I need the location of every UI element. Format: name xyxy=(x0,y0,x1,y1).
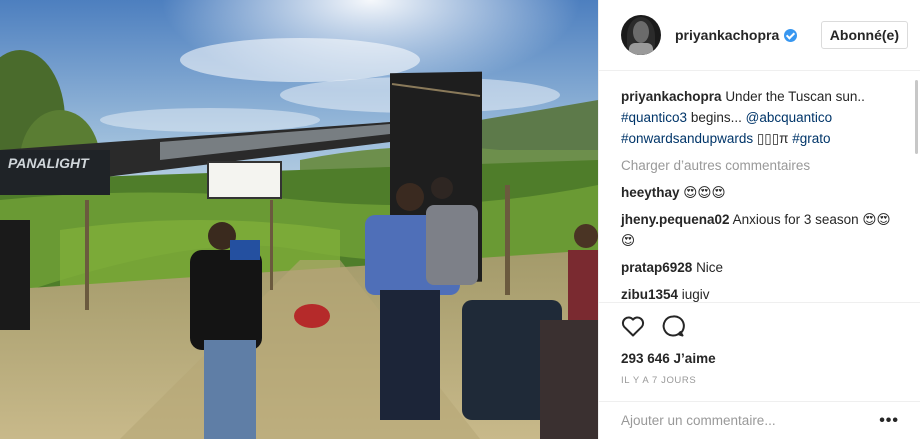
caption-username[interactable]: priyankachopra xyxy=(621,89,722,104)
more-options-icon[interactable]: ••• xyxy=(879,412,899,430)
header-username[interactable]: priyankachopra xyxy=(675,27,798,43)
post-photo[interactable]: PANALIGHT xyxy=(0,0,598,439)
comment-item: heeythay 😍😍😍 xyxy=(621,182,903,203)
add-comment-input[interactable] xyxy=(621,413,880,428)
comment-item: jheny.pequena02 Anxious for 3 season 😍😍😍 xyxy=(621,209,903,251)
comment-item: pratap6928 Nice xyxy=(621,257,903,278)
film-set-vineyard-image: PANALIGHT xyxy=(0,0,598,439)
comment-text: Nice xyxy=(696,260,724,275)
hashtag-quantico3[interactable]: #quantico3 xyxy=(621,110,687,125)
post-side-panel: priyankachopra Abonné(e) priyankachopra … xyxy=(598,0,920,439)
comments-scrollbar[interactable] xyxy=(915,80,918,154)
caption-mid-text: begins... xyxy=(690,110,742,125)
hashtag-onwardsandupwards[interactable]: #onwardsandupwards xyxy=(621,131,753,146)
header-username-text[interactable]: priyankachopra xyxy=(675,27,779,43)
comment-icon[interactable] xyxy=(661,314,685,338)
caption-text: Under the Tuscan sun.. xyxy=(725,89,865,104)
comment-username[interactable]: zibu1354 xyxy=(621,287,678,302)
load-more-comments-link[interactable]: Charger d’autres commentaires xyxy=(621,155,903,176)
avatar[interactable] xyxy=(621,15,661,55)
post-caption: priyankachopra Under the Tuscan sun.. #q… xyxy=(621,86,903,149)
comment-text: iugiv xyxy=(681,287,710,302)
comment-item: zibu1354 iugiv xyxy=(621,284,903,302)
hashtag-grato[interactable]: #grato xyxy=(792,131,830,146)
add-comment-bar: ••• xyxy=(599,401,920,439)
comment-text: 😍😍😍 xyxy=(683,185,726,200)
crane-brand-text: PANALIGHT xyxy=(8,155,90,171)
instagram-post: PANALIGHT priyankachopra Abonné(e) priya… xyxy=(0,0,920,439)
caption-emojis: ▯▯▯π xyxy=(756,131,789,146)
comment-username[interactable]: jheny.pequena02 xyxy=(621,212,730,227)
post-actions: 293 646 J’aime IL Y A 7 JOURS xyxy=(599,302,920,386)
comments-section: priyankachopra Under the Tuscan sun.. #q… xyxy=(599,72,920,302)
verified-badge-icon xyxy=(784,29,798,42)
heart-icon[interactable] xyxy=(621,315,645,337)
action-icons xyxy=(621,313,903,339)
comment-username[interactable]: pratap6928 xyxy=(621,260,692,275)
mention-abcquantico[interactable]: @abcquantico xyxy=(746,110,833,125)
post-header: priyankachopra Abonné(e) xyxy=(599,0,920,71)
post-timestamp[interactable]: IL Y A 7 JOURS xyxy=(621,375,903,386)
comment-username[interactable]: heeythay xyxy=(621,185,680,200)
following-button[interactable]: Abonné(e) xyxy=(820,21,908,49)
likes-count[interactable]: 293 646 J’aime xyxy=(621,351,903,366)
